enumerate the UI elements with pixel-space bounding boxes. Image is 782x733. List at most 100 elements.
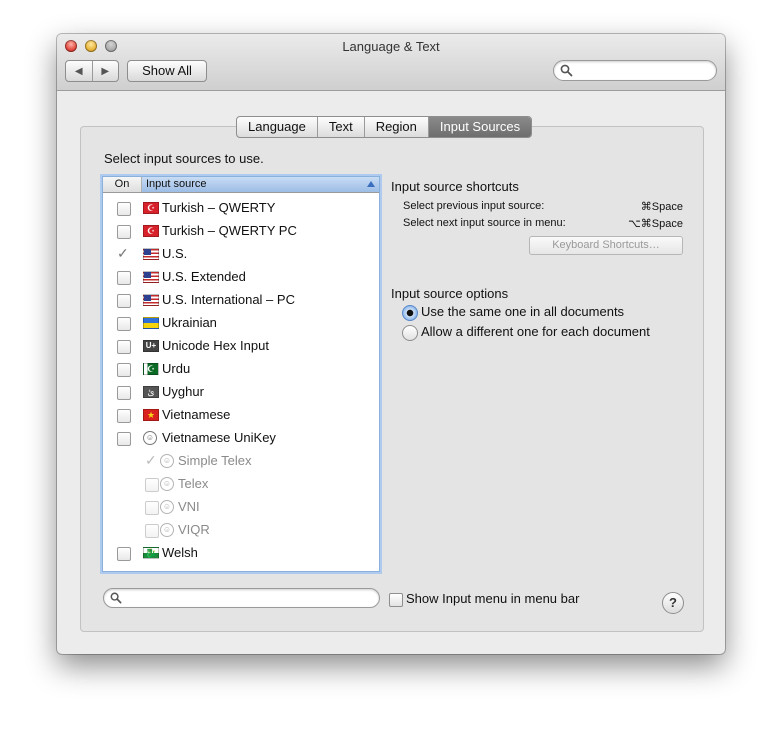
list-item[interactable]: ☪ Urdu — [103, 358, 379, 381]
shortcuts-heading: Input source shortcuts — [391, 179, 519, 194]
checkbox[interactable] — [117, 363, 131, 377]
checkbox[interactable] — [117, 202, 131, 216]
show-input-menu-checkbox[interactable] — [389, 593, 403, 607]
input-source-list[interactable]: On Input source ☪ Turkish – QWERTY ☪ Tur… — [102, 176, 380, 572]
checkbox[interactable] — [117, 386, 131, 400]
column-header-input-source[interactable]: Input source — [142, 177, 379, 192]
list-item[interactable]: U.S. Extended — [103, 266, 379, 289]
vietnam-flag-icon: ★ — [143, 409, 159, 421]
list-item[interactable]: ☺ Telex — [103, 473, 379, 496]
list-item-label: Unicode Hex Input — [162, 338, 269, 353]
list-item[interactable]: ★ Vietnamese — [103, 404, 379, 427]
unikey-icon: ☺ — [160, 477, 174, 491]
wales-flag-icon: 🐉 — [143, 547, 159, 559]
preferences-window: Language & Text ◀ ▶ Show All Language Te… — [57, 34, 725, 654]
shortcut-previous-row: Select previous input source: ⌘Space — [403, 200, 683, 213]
list-item-label: Turkish – QWERTY — [162, 200, 276, 215]
list-item[interactable]: ✓ U.S. — [103, 243, 379, 266]
list-search-input[interactable] — [103, 588, 380, 608]
checkmark-icon: ✓ — [145, 452, 157, 468]
list-item-label: Simple Telex — [178, 453, 252, 468]
shortcut-next-key: ⌥⌘Space — [628, 218, 683, 230]
ukraine-flag-icon — [143, 317, 159, 329]
list-item[interactable]: ☪ Turkish – QWERTY PC — [103, 220, 379, 243]
list-item-label: Vietnamese UniKey — [162, 430, 276, 445]
list-item[interactable]: U.S. International – PC — [103, 289, 379, 312]
checkbox[interactable] — [145, 501, 159, 515]
list-item[interactable]: ☺ Vietnamese UniKey — [103, 427, 379, 450]
list-item-label: Turkish – QWERTY PC — [162, 223, 297, 238]
list-header: On Input source — [103, 177, 379, 193]
column-header-label: Input source — [146, 178, 207, 190]
help-button[interactable]: ? — [662, 592, 684, 614]
uyghur-script-icon: ئ — [143, 386, 159, 398]
list-item-label: U.S. — [162, 246, 188, 261]
pakistan-flag-icon: ☪ — [143, 363, 159, 375]
tab-text[interactable]: Text — [318, 117, 365, 137]
list-item[interactable]: ☺ VIQR — [103, 519, 379, 542]
unikey-icon: ☺ — [160, 523, 174, 537]
checkbox[interactable] — [145, 478, 159, 492]
checkbox[interactable]: ✓ — [117, 245, 129, 261]
list-item-label: Vietnamese — [162, 407, 231, 422]
checkbox[interactable] — [117, 225, 131, 239]
unikey-icon: ☺ — [160, 454, 174, 468]
list-item-label: U.S. Extended — [162, 269, 246, 284]
tab-language[interactable]: Language — [237, 117, 318, 137]
list-item[interactable]: ✓ ☺ Simple Telex — [103, 450, 379, 473]
checkbox[interactable] — [117, 271, 131, 285]
list-item-label: U.S. International – PC — [162, 292, 295, 307]
shortcut-next-label: Select next input source in menu: — [403, 217, 566, 229]
back-button[interactable]: ◀ — [66, 61, 93, 81]
tab-input-sources[interactable]: Input Sources — [428, 117, 532, 137]
list-item-label: Uyghur — [162, 384, 204, 399]
show-input-menu-label: Show Input menu in menu bar — [406, 591, 580, 606]
unikey-icon: ☺ — [143, 431, 157, 445]
us-flag-icon — [143, 294, 159, 306]
checkbox[interactable] — [117, 317, 131, 331]
checkbox[interactable] — [145, 524, 159, 538]
list-item-label: Telex — [178, 476, 209, 491]
radio-different-document[interactable] — [402, 325, 418, 341]
titlebar: Language & Text ◀ ▶ Show All — [57, 34, 725, 91]
checkbox[interactable] — [117, 340, 131, 354]
radio-same-label: Use the same one in all documents — [421, 304, 625, 319]
radio-same-document[interactable] — [402, 305, 418, 321]
list-item[interactable]: ئ Uyghur — [103, 381, 379, 404]
shortcut-next-row: Select next input source in menu: ⌥⌘Spac… — [403, 217, 683, 230]
checkbox[interactable] — [117, 409, 131, 423]
list-item[interactable]: 🐉 Welsh — [103, 542, 379, 565]
sort-ascending-icon — [367, 181, 375, 187]
unikey-icon: ☺ — [160, 500, 174, 514]
nav-buttons: ◀ ▶ — [65, 60, 119, 82]
tab-region[interactable]: Region — [365, 117, 429, 137]
shortcut-previous-label: Select previous input source: — [403, 200, 545, 212]
turkey-flag-icon: ☪ — [143, 225, 159, 237]
list-item-label: Welsh — [162, 545, 198, 560]
forward-button[interactable]: ▶ — [93, 61, 119, 81]
shortcut-previous-key: ⌘Space — [640, 201, 683, 213]
list-item[interactable]: ☪ Turkish – QWERTY — [103, 197, 379, 220]
keyboard-shortcuts-button[interactable]: Keyboard Shortcuts… — [529, 236, 683, 255]
checkbox[interactable]: ✓ — [145, 452, 157, 468]
list-item-label: VIQR — [178, 522, 210, 537]
checkbox[interactable] — [117, 432, 131, 446]
list-item-label: Ukrainian — [162, 315, 217, 330]
search-input[interactable] — [553, 60, 717, 81]
checkbox[interactable] — [117, 294, 131, 308]
list-item-label: VNI — [178, 499, 200, 514]
radio-different-label: Allow a different one for each document — [421, 324, 650, 339]
list-item[interactable]: ☺ VNI — [103, 496, 379, 519]
list-item[interactable]: Ukrainian — [103, 312, 379, 335]
turkey-flag-icon: ☪ — [143, 202, 159, 214]
list-item[interactable]: U+ Unicode Hex Input — [103, 335, 379, 358]
tab-bar: Language Text Region Input Sources — [236, 116, 533, 138]
show-all-button[interactable]: Show All — [127, 60, 207, 82]
search-icon — [110, 592, 122, 604]
checkmark-icon: ✓ — [117, 245, 129, 261]
column-header-on[interactable]: On — [103, 177, 142, 192]
list-item-label: Urdu — [162, 361, 191, 376]
instructions-label: Select input sources to use. — [104, 151, 264, 166]
options-heading: Input source options — [391, 286, 509, 301]
checkbox[interactable] — [117, 547, 131, 561]
